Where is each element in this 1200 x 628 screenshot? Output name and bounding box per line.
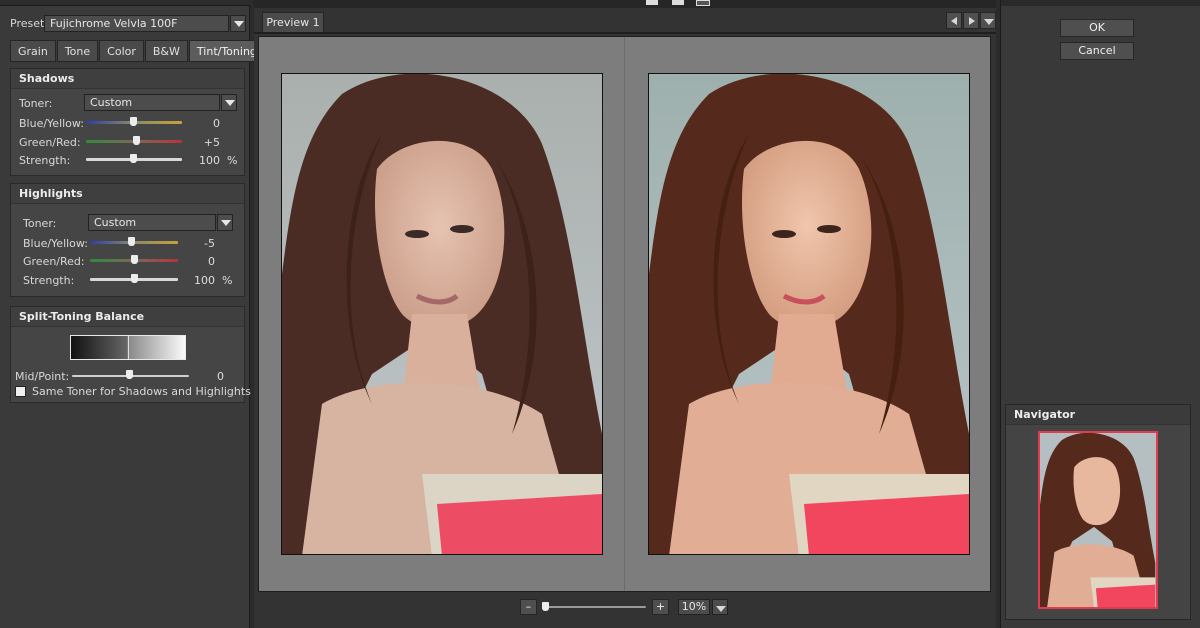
highlights-strength-thumb[interactable] xyxy=(131,274,138,283)
highlights-toner-label: Toner: xyxy=(23,217,57,230)
navigator-title: Navigator xyxy=(1006,405,1190,425)
ok-button[interactable]: OK xyxy=(1060,19,1134,37)
highlights-strength-value: 100 xyxy=(194,274,215,287)
shadows-strength-value: 100 xyxy=(199,154,220,167)
preview-tab-divider xyxy=(254,32,996,34)
shadows-blue-yellow-label: Blue/Yellow: xyxy=(19,117,85,130)
shadows-strength-unit: % xyxy=(227,154,238,167)
split-toning-gradient xyxy=(70,335,186,360)
tab-preview-1[interactable]: Preview 1 xyxy=(262,12,324,33)
shadows-blue-yellow-thumb[interactable] xyxy=(130,117,137,126)
navigator-panel: Navigator xyxy=(1005,404,1191,620)
highlights-blue-yellow-label: Blue/Yellow: xyxy=(23,237,89,250)
compare-divider[interactable] xyxy=(624,37,625,591)
highlights-green-red-label: Green/Red: xyxy=(23,255,85,268)
midpoint-thumb[interactable] xyxy=(126,370,133,379)
cancel-button[interactable]: Cancel xyxy=(1060,42,1134,60)
zoom-value[interactable]: 10% xyxy=(678,599,710,615)
view-split-icon[interactable] xyxy=(672,0,684,5)
midpoint-label: Mid/Point: xyxy=(15,370,70,383)
highlights-green-red-value: 0 xyxy=(208,255,215,268)
tab-color[interactable]: Color xyxy=(99,40,144,62)
settings-tabs: Grain Tone Color B&W Tint/Toning xyxy=(10,40,266,62)
highlights-title: Highlights xyxy=(11,184,244,204)
shadows-toner-dropdown-button[interactable] xyxy=(221,94,237,111)
highlights-blue-yellow-thumb[interactable] xyxy=(128,237,135,246)
zoom-dropdown-button[interactable] xyxy=(712,599,728,615)
navigator-viewport[interactable] xyxy=(1038,431,1158,609)
tab-list-icon[interactable] xyxy=(980,12,996,29)
shadows-green-red-label: Green/Red: xyxy=(19,136,81,149)
shadows-toner-label: Toner: xyxy=(19,97,53,110)
shadows-blue-yellow-value: 0 xyxy=(213,117,220,130)
view-single-icon[interactable] xyxy=(646,0,658,5)
shadows-green-red-thumb[interactable] xyxy=(133,136,140,145)
highlights-green-red-thumb[interactable] xyxy=(131,255,138,264)
preset-label: Preset xyxy=(10,17,45,30)
preview-header-strip xyxy=(254,0,996,8)
original-photo xyxy=(281,73,603,555)
highlights-toner-dropdown-button[interactable] xyxy=(217,214,233,231)
preset-dropdown[interactable]: Fujichrome Velvla 100F xyxy=(44,15,229,32)
zoom-out-button[interactable]: – xyxy=(520,599,537,615)
zoom-slider[interactable] xyxy=(544,606,646,608)
split-toning-divider xyxy=(128,336,129,359)
settings-panel: Preset Fujichrome Velvla 100F Grain Tone… xyxy=(0,0,265,628)
processed-photo xyxy=(648,73,970,555)
right-panel: OK Cancel Navigator xyxy=(1000,0,1200,628)
settings-header-strip xyxy=(0,0,250,6)
highlights-strength-label: Strength: xyxy=(23,274,75,287)
tab-scroll-left-icon[interactable] xyxy=(946,12,962,29)
split-toning-title: Split-Toning Balance xyxy=(11,307,244,327)
shadows-strength-thumb[interactable] xyxy=(130,154,137,163)
tab-bw[interactable]: B&W xyxy=(144,40,188,62)
zoom-in-button[interactable]: + xyxy=(652,599,669,615)
highlights-strength-unit: % xyxy=(222,274,233,287)
preview-panel: Preview 1 – + 10% xyxy=(254,0,996,628)
navigator-thumbnail xyxy=(1040,433,1156,607)
same-toner-checkbox[interactable] xyxy=(15,386,26,397)
highlights-toner-dropdown[interactable]: Custom xyxy=(88,214,216,231)
tab-tone[interactable]: Tone xyxy=(56,40,99,62)
same-toner-label: Same Toner for Shadows and Highlights xyxy=(32,385,251,398)
preset-dropdown-button[interactable] xyxy=(230,15,246,32)
view-side-by-side-icon[interactable] xyxy=(696,0,710,6)
zoom-slider-thumb[interactable] xyxy=(542,602,549,611)
tab-scroll-right-icon[interactable] xyxy=(963,12,979,29)
shadows-toner-dropdown[interactable]: Custom xyxy=(84,94,220,111)
midpoint-value: 0 xyxy=(217,370,224,383)
right-header-strip xyxy=(1001,0,1200,6)
highlights-blue-yellow-value: -5 xyxy=(204,237,215,250)
shadows-title: Shadows xyxy=(11,69,244,89)
preview-canvas[interactable] xyxy=(258,36,991,592)
shadows-strength-label: Strength: xyxy=(19,154,71,167)
tab-grain[interactable]: Grain xyxy=(10,40,56,62)
shadows-green-red-value: +5 xyxy=(203,136,220,149)
